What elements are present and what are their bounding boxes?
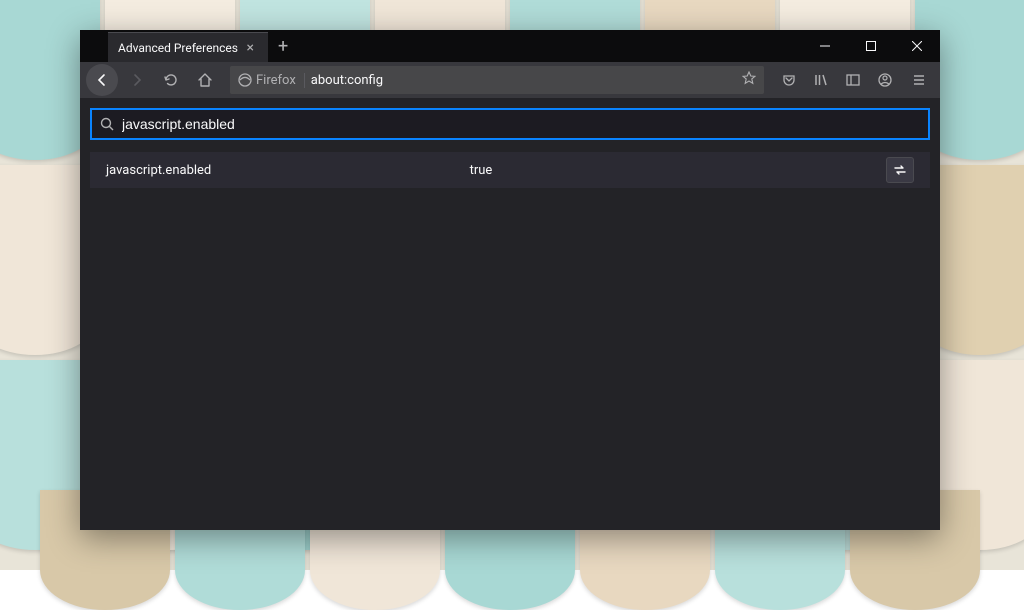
about-config-content: javascript.enabled true bbox=[80, 98, 940, 530]
close-tab-icon[interactable]: × bbox=[243, 38, 258, 58]
identity-label: Firefox bbox=[256, 73, 296, 88]
pocket-button[interactable] bbox=[774, 65, 804, 95]
menu-button[interactable] bbox=[904, 65, 934, 95]
account-button[interactable] bbox=[870, 65, 900, 95]
browser-tab[interactable]: Advanced Preferences × bbox=[108, 32, 268, 62]
url-text: about:config bbox=[311, 73, 383, 88]
config-search-box[interactable] bbox=[90, 108, 930, 140]
new-tab-button[interactable]: + bbox=[268, 31, 298, 61]
maximize-button[interactable] bbox=[848, 30, 894, 62]
reload-button[interactable] bbox=[156, 65, 186, 95]
search-icon bbox=[100, 117, 114, 131]
bookmark-star-icon[interactable] bbox=[742, 71, 756, 89]
forward-button[interactable] bbox=[122, 65, 152, 95]
minimize-button[interactable] bbox=[802, 30, 848, 62]
pref-value: true bbox=[470, 163, 886, 178]
tab-title: Advanced Preferences bbox=[118, 41, 238, 55]
pref-name: javascript.enabled bbox=[106, 163, 470, 178]
toggle-arrows-icon bbox=[893, 163, 907, 177]
library-button[interactable] bbox=[806, 65, 836, 95]
config-result-row[interactable]: javascript.enabled true bbox=[90, 152, 930, 188]
config-search-input[interactable] bbox=[122, 116, 920, 132]
toggle-button[interactable] bbox=[886, 157, 914, 183]
identity-box[interactable]: Firefox bbox=[238, 73, 305, 88]
titlebar: Advanced Preferences × + bbox=[80, 30, 940, 62]
sidebar-button[interactable] bbox=[838, 65, 868, 95]
home-button[interactable] bbox=[190, 65, 220, 95]
navbar: Firefox about:config bbox=[80, 62, 940, 98]
urlbar[interactable]: Firefox about:config bbox=[230, 66, 764, 94]
close-window-button[interactable] bbox=[894, 30, 940, 62]
browser-window: Advanced Preferences × + bbox=[80, 30, 940, 530]
firefox-icon bbox=[238, 73, 252, 87]
back-button[interactable] bbox=[86, 64, 118, 96]
window-controls bbox=[802, 30, 940, 62]
